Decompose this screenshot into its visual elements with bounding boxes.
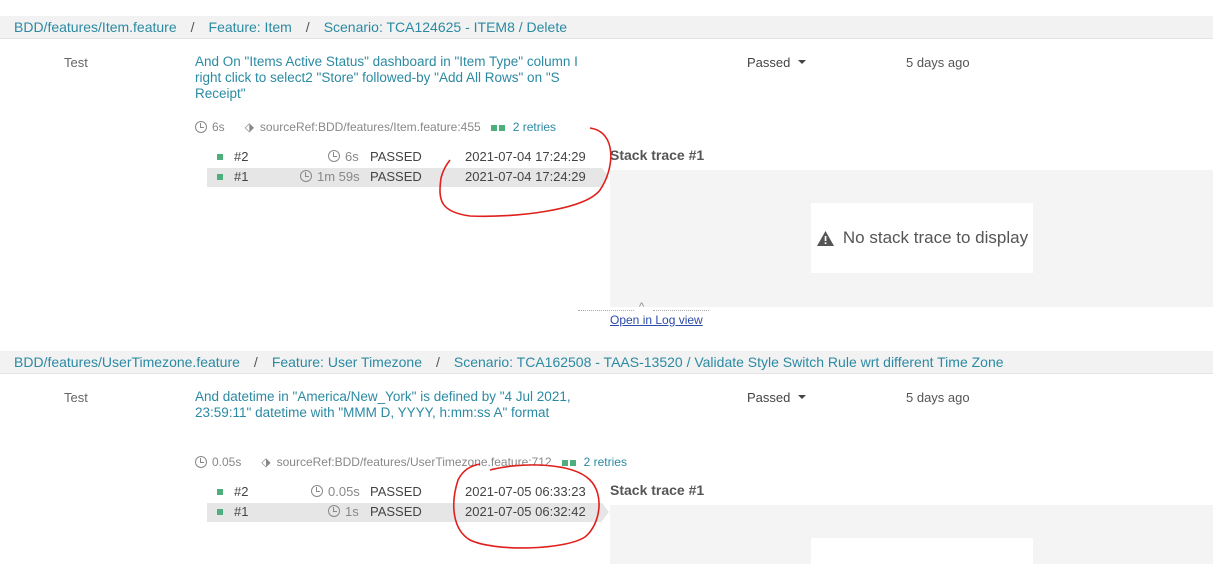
annotation-overlay [439, 127, 612, 549]
annotation-circle-2 [452, 463, 600, 549]
annotation-circle-1 [439, 127, 612, 218]
